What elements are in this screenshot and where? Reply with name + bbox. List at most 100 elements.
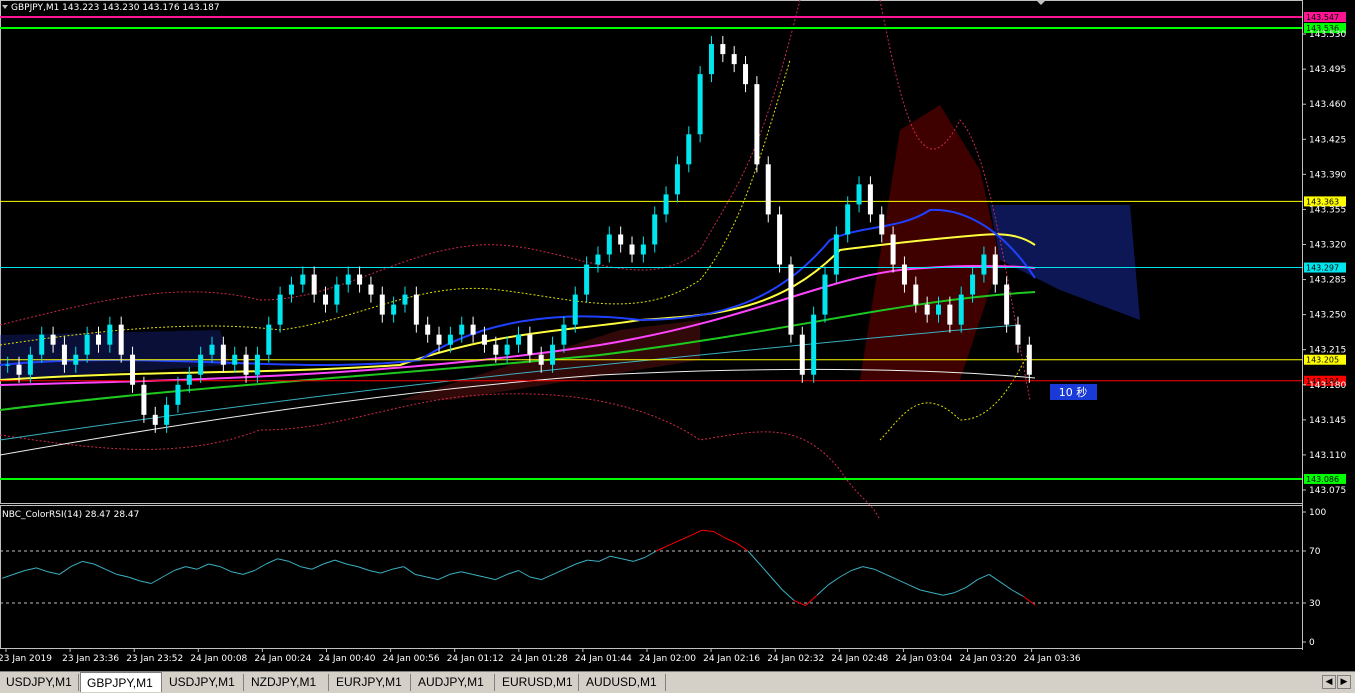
rsi-segment bbox=[965, 579, 978, 588]
price-tick-label: 143.355 bbox=[1309, 205, 1346, 215]
rsi-segment bbox=[242, 570, 255, 575]
candle-body bbox=[107, 324, 113, 345]
rsi-segment bbox=[506, 570, 519, 575]
rsi-segment bbox=[323, 559, 336, 565]
candle-body bbox=[833, 234, 839, 275]
candle-body bbox=[856, 184, 862, 205]
rsi-segment bbox=[392, 566, 404, 570]
rsi-segment bbox=[150, 576, 163, 584]
candle-body bbox=[516, 334, 521, 345]
rsi-segment bbox=[219, 566, 232, 573]
price-tick-label: 143.110 bbox=[1309, 451, 1346, 461]
rsi-segment bbox=[36, 567, 49, 573]
rsi-segment bbox=[93, 563, 106, 570]
candle-body bbox=[357, 274, 363, 285]
rsi-segment bbox=[70, 560, 83, 568]
candle-body bbox=[61, 344, 67, 365]
scroll-marker-icon bbox=[1036, 0, 1046, 5]
rsi-segment bbox=[24, 567, 37, 571]
rsi-segment bbox=[943, 592, 955, 596]
candle-body bbox=[572, 294, 578, 325]
candle-body bbox=[323, 294, 329, 305]
candle-body bbox=[811, 314, 817, 375]
rsi-segment bbox=[713, 531, 726, 539]
candle-body bbox=[164, 404, 170, 425]
rsi-segment bbox=[403, 566, 416, 575]
candle-body bbox=[447, 334, 453, 345]
candle-body bbox=[254, 354, 260, 375]
rsi-segment bbox=[483, 576, 496, 581]
rsi-segment bbox=[587, 559, 599, 562]
tab-scroll-left-icon[interactable]: ◀ bbox=[1322, 675, 1336, 689]
rsi-segment bbox=[196, 563, 209, 570]
price-chart[interactable]: 143.547143.536143.363143.297143.205143.1… bbox=[0, 0, 1355, 671]
candle-body bbox=[606, 234, 612, 255]
rsi-segment bbox=[174, 566, 186, 571]
tab-scroll-right-icon[interactable]: ▶ bbox=[1337, 675, 1351, 689]
price-level-label: 143.205 bbox=[1306, 356, 1339, 365]
time-tick-label: 24 Jan 01:44 bbox=[575, 654, 632, 664]
rsi-segment bbox=[702, 529, 714, 532]
price-tick-label: 143.285 bbox=[1309, 276, 1346, 286]
rsi-segment bbox=[472, 573, 485, 578]
indicator-title: NBC_ColorRSI(14) 28.47 28.47 bbox=[2, 510, 139, 520]
tab-usdjpy-2[interactable]: USDJPY,M1 bbox=[163, 674, 244, 691]
rsi-segment bbox=[185, 566, 198, 570]
tab-audjpy[interactable]: AUDJPY,M1 bbox=[412, 674, 495, 691]
rsi-segment bbox=[644, 550, 657, 558]
tab-gbpjpy[interactable]: GBPJPY,M1 bbox=[80, 672, 162, 692]
candle-body bbox=[425, 324, 431, 335]
time-tick-label: 24 Jan 00:40 bbox=[319, 654, 376, 664]
rsi-segment bbox=[437, 573, 450, 581]
tab-eurusd[interactable]: EURUSD,M1 bbox=[496, 674, 579, 691]
rsi-tick-label: 0 bbox=[1309, 638, 1315, 648]
candle-body bbox=[5, 364, 11, 366]
candle-body bbox=[334, 284, 340, 305]
rsi-segment bbox=[828, 576, 841, 586]
symbol-tab-bar: USDJPY,M1 GBPJPY,M1 USDJPY,M1 NZDJPY,M1 … bbox=[0, 671, 1355, 693]
candle-body bbox=[674, 164, 680, 195]
candle-body bbox=[391, 304, 397, 315]
ichimoku-cloud bbox=[0, 105, 1140, 400]
tab-audusd[interactable]: AUDUSD,M1 bbox=[580, 674, 666, 691]
time-tick-label: 23 Jan 23:36 bbox=[62, 654, 119, 664]
rsi-segment bbox=[1011, 589, 1024, 597]
candle-body bbox=[436, 334, 442, 345]
indicator-frame bbox=[0, 505, 1303, 649]
time-tick-label: 24 Jan 00:08 bbox=[190, 654, 247, 664]
rsi-tick-label: 100 bbox=[1309, 508, 1326, 518]
rsi-segment bbox=[208, 563, 221, 568]
candle-body bbox=[561, 324, 567, 345]
rsi-segment bbox=[931, 592, 944, 596]
tab-eurjpy[interactable]: EURJPY,M1 bbox=[330, 674, 411, 691]
rsi-segment bbox=[231, 571, 244, 575]
candle-body bbox=[481, 334, 487, 345]
candle-body bbox=[777, 214, 783, 265]
time-tick-label: 24 Jan 00:56 bbox=[383, 654, 440, 664]
candle-body bbox=[209, 344, 215, 355]
rsi-segment bbox=[954, 586, 967, 594]
candle-body bbox=[345, 274, 351, 285]
rsi-segment bbox=[82, 560, 94, 565]
tab-nzdjpy[interactable]: NZDJPY,M1 bbox=[245, 674, 329, 691]
candle-body bbox=[95, 334, 101, 345]
candle-body bbox=[504, 344, 510, 355]
candle-body bbox=[992, 254, 998, 285]
timer-label: 10 秒 bbox=[1059, 385, 1088, 399]
candle-body bbox=[470, 324, 476, 335]
candle-body bbox=[379, 294, 385, 315]
candle-body bbox=[288, 284, 294, 295]
candle-body bbox=[1004, 284, 1010, 325]
rsi-segment bbox=[793, 599, 806, 607]
rsi-segment bbox=[839, 570, 852, 578]
rsi-segment bbox=[369, 570, 381, 574]
candle-body bbox=[493, 344, 499, 355]
candle-body bbox=[152, 414, 158, 425]
tab-usdjpy[interactable]: USDJPY,M1 bbox=[0, 674, 79, 691]
candle-body bbox=[640, 244, 646, 255]
rsi-tick-label: 70 bbox=[1309, 547, 1321, 557]
time-tick-label: 23 Jan 23:52 bbox=[126, 654, 183, 664]
rsi-segment bbox=[426, 576, 439, 581]
candle-body bbox=[981, 254, 987, 275]
chart-dropdown-icon[interactable] bbox=[2, 5, 8, 9]
